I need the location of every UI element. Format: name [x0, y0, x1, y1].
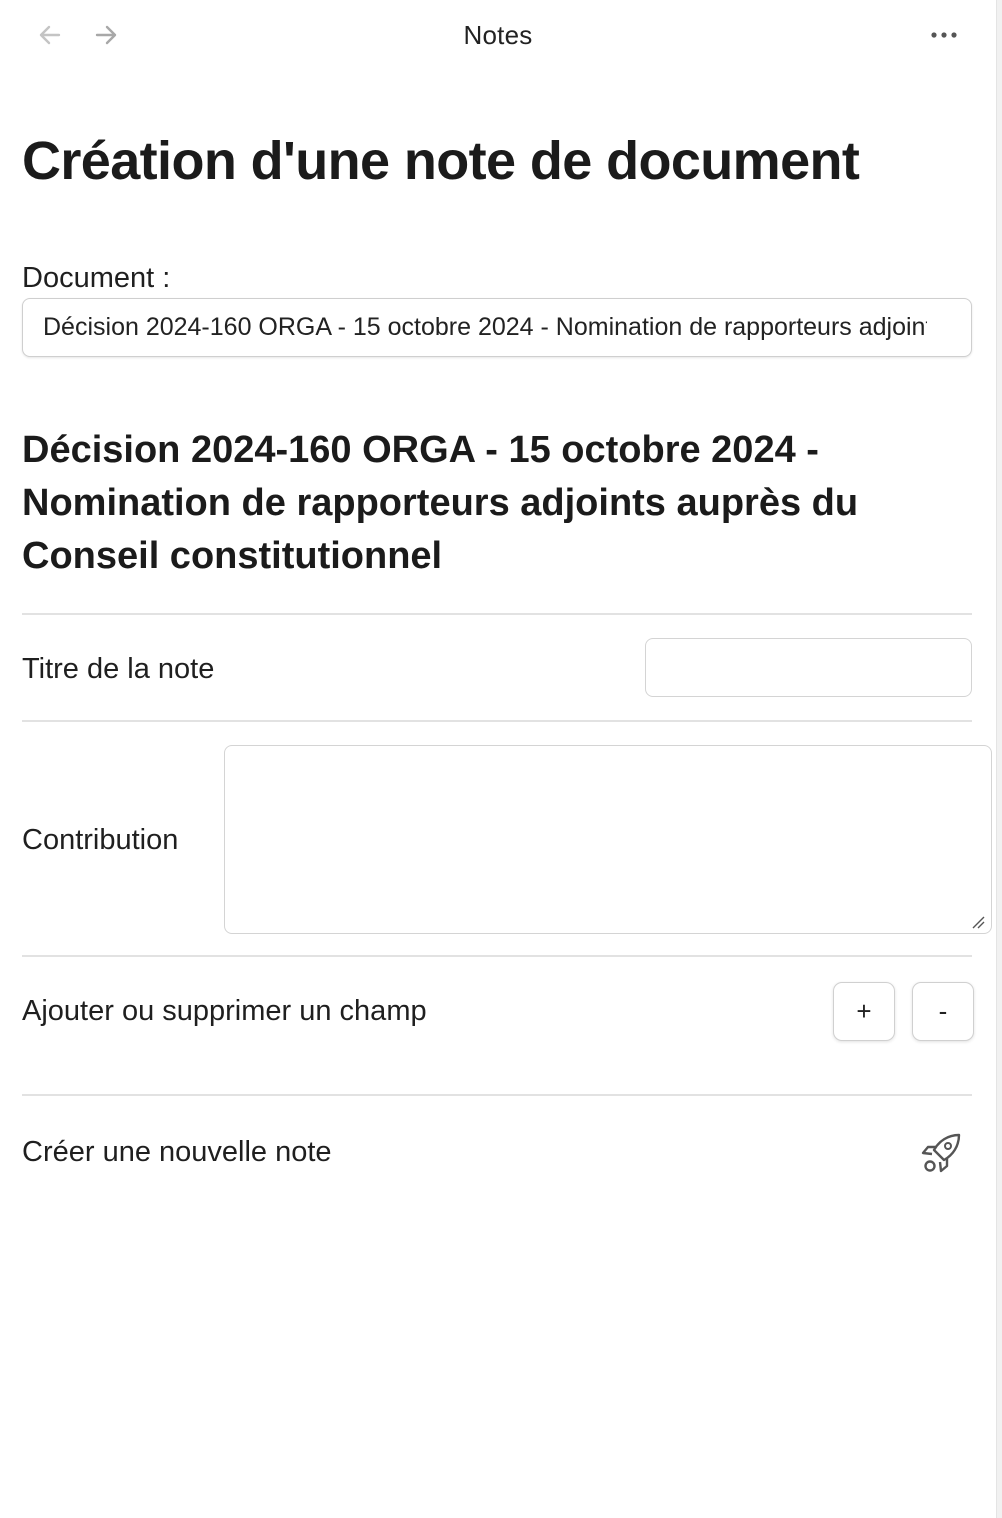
window-title: Notes — [463, 20, 533, 50]
ellipsis-icon — [931, 32, 957, 38]
add-field-button[interactable]: + — [833, 982, 895, 1041]
field-toggle-label: Ajouter ou supprimer un champ — [22, 995, 427, 1027]
window-edge — [996, 0, 1002, 1518]
note-title-label: Titre de la note — [22, 653, 215, 685]
remove-field-button[interactable]: - — [912, 982, 974, 1041]
divider — [22, 955, 972, 957]
top-bar: Notes — [0, 0, 996, 70]
create-note-label: Créer une nouvelle note — [22, 1136, 332, 1168]
note-title-input[interactable] — [645, 638, 972, 697]
contribution-label: Contribution — [22, 824, 179, 856]
rocket-icon — [921, 1133, 961, 1173]
document-label: Document : — [22, 262, 171, 294]
divider — [22, 1094, 972, 1096]
document-select-value: Décision 2024-160 ORGA - 15 octobre 2024… — [43, 313, 927, 341]
document-heading: Décision 2024-160 ORGA - 15 octobre 2024… — [22, 429, 859, 577]
document-select[interactable]: Décision 2024-160 ORGA - 15 octobre 2024… — [22, 298, 972, 357]
create-note-button[interactable] — [914, 1126, 968, 1180]
resize-handle-icon[interactable] — [970, 914, 986, 930]
page-title: Création d'une note de document — [22, 131, 860, 191]
more-options-button[interactable] — [922, 20, 966, 50]
contribution-textarea[interactable] — [224, 745, 992, 934]
divider — [22, 613, 972, 615]
divider — [22, 720, 972, 722]
